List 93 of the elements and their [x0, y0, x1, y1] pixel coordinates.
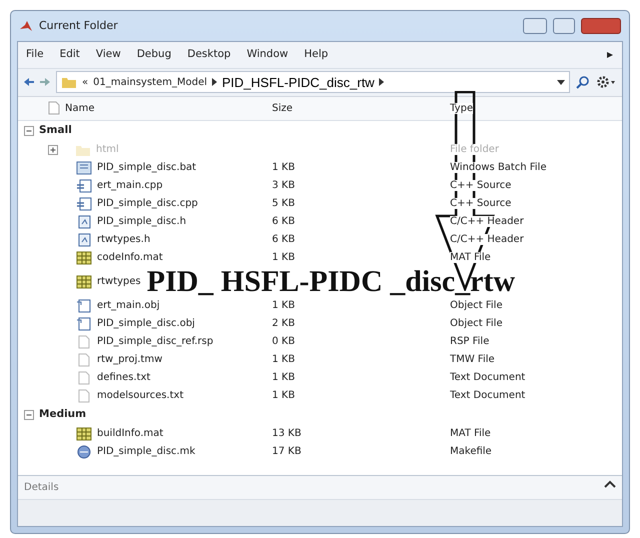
- file-type: RSP File: [450, 336, 490, 348]
- file-name[interactable]: PID_simple_disc.cpp: [97, 196, 198, 212]
- file-name[interactable]: buildInfo.mat: [97, 426, 164, 442]
- file-size: 1 KB: [272, 372, 295, 384]
- file-name[interactable]: PID_simple_disc.mk: [97, 444, 196, 460]
- file-size: 1 KB: [272, 300, 295, 312]
- file-type: Text Document: [450, 372, 526, 384]
- path-prefix: «: [82, 76, 88, 90]
- file-size: 0 KB: [272, 336, 295, 348]
- header-file-icon: [76, 232, 92, 247]
- blank-file-icon: [76, 352, 92, 367]
- file-size: 6 KB: [272, 234, 295, 246]
- column-header[interactable]: Size: [272, 102, 293, 114]
- file-size: 17 KB: [272, 446, 302, 458]
- source-file-icon: [76, 196, 92, 211]
- path-segment[interactable]: PID_HSFL-PIDC_disc_rtw: [222, 72, 374, 92]
- back-arrow-icon[interactable]: [24, 77, 34, 88]
- source-file-icon: [76, 178, 92, 193]
- object-file-icon: [76, 316, 92, 331]
- batch-file-icon: [76, 160, 92, 175]
- file-name[interactable]: rtwtypes: [97, 274, 141, 290]
- address-bar[interactable]: « 01_mainsystem_Model PID_HSFL-PIDC_disc_rtw: [56, 71, 570, 94]
- file-name[interactable]: rtwtypes.h: [97, 232, 150, 248]
- grid-file-icon: [76, 250, 92, 265]
- file-type: Windows Batch File: [450, 162, 546, 174]
- menu-item[interactable]: Help: [304, 47, 328, 63]
- header-file-icon: [76, 214, 92, 229]
- window-title: Current Folder: [39, 18, 118, 34]
- grid-file-icon: [76, 274, 92, 289]
- file-icon: [48, 101, 60, 116]
- file-size: 2 KB: [272, 318, 295, 330]
- column-header[interactable]: Name: [65, 100, 95, 116]
- path-segment[interactable]: 01_mainsystem_Model: [93, 74, 208, 90]
- maximize-button[interactable]: [553, 18, 575, 34]
- file-type: C++ Source: [450, 198, 512, 210]
- menu-item[interactable]: View: [96, 47, 121, 63]
- group-toggle-icon[interactable]: [24, 410, 34, 420]
- folder-icon: [61, 75, 77, 90]
- dropdown-arrow-icon[interactable]: [557, 80, 565, 85]
- blank-file-icon: [76, 370, 92, 385]
- file-type: File folder: [450, 144, 499, 156]
- settings-icon[interactable]: [596, 75, 616, 90]
- separator-arrow-icon[interactable]: [379, 78, 384, 86]
- column-header[interactable]: Type: [450, 102, 473, 114]
- file-size: 1 KB: [272, 162, 295, 174]
- file-type: C/C++ Header: [450, 234, 524, 246]
- minimize-button[interactable]: [523, 18, 547, 34]
- file-name[interactable]: PID_simple_disc.obj: [97, 316, 195, 332]
- object-file-icon: [76, 298, 92, 313]
- file-name[interactable]: modelsources.txt: [97, 388, 184, 404]
- overflow-arrow-icon[interactable]: [606, 50, 614, 59]
- file-size: 5 KB: [272, 198, 295, 210]
- file-type: C++ Source: [450, 180, 512, 192]
- file-type: Text Document: [450, 390, 526, 402]
- collapse-caret-icon[interactable]: [604, 480, 616, 488]
- file-size: 3 KB: [272, 180, 295, 192]
- file-type: Object File: [450, 318, 502, 330]
- file-type: Makefile: [450, 446, 492, 458]
- file-name[interactable]: ert_main.cpp: [97, 178, 163, 194]
- file-type: Object File: [450, 300, 502, 312]
- group-label: Small: [39, 122, 72, 138]
- grid-file-icon: [76, 426, 92, 441]
- file-type: MAT File: [450, 252, 491, 264]
- file-name[interactable]: rtw_proj.tmw: [97, 352, 162, 368]
- menu-item[interactable]: Edit: [60, 47, 80, 63]
- menu-item[interactable]: File: [26, 47, 44, 63]
- file-name[interactable]: PID_simple_disc.h: [97, 214, 186, 230]
- separator-arrow-icon[interactable]: [212, 78, 218, 86]
- blank-file-icon: [76, 334, 92, 349]
- file-name[interactable]: PID_simple_disc.bat: [97, 160, 196, 176]
- file-type: C/C++ Header: [450, 216, 524, 228]
- file-size: 13 KB: [272, 428, 302, 440]
- file-size: 1 KB: [272, 390, 295, 402]
- group-label: Medium: [39, 406, 86, 422]
- menu-item[interactable]: Debug: [136, 47, 172, 63]
- file-type: TMW File: [450, 354, 495, 366]
- file-name[interactable]: defines.txt: [97, 370, 150, 386]
- file-name[interactable]: ert_main.obj: [97, 298, 160, 314]
- menu-item[interactable]: Desktop: [187, 47, 231, 63]
- file-size: 1 KB: [272, 354, 295, 366]
- blank-file-icon: [76, 388, 92, 403]
- matlab-logo-icon: [19, 19, 33, 33]
- file-size: 6 KB: [272, 216, 295, 228]
- search-icon[interactable]: [576, 75, 590, 90]
- menu-item[interactable]: Window: [246, 47, 288, 63]
- file-size: 1 KB: [272, 252, 295, 264]
- file-name[interactable]: PID_simple_disc_ref.rsp: [97, 334, 214, 350]
- file-type: MAT File: [450, 428, 491, 440]
- file-name[interactable]: codeInfo.mat: [97, 250, 163, 266]
- group-toggle-icon[interactable]: [24, 126, 34, 136]
- details-label: Details: [24, 481, 59, 495]
- globe-file-icon: [76, 444, 92, 459]
- folder-toggle-icon[interactable]: [48, 144, 58, 155]
